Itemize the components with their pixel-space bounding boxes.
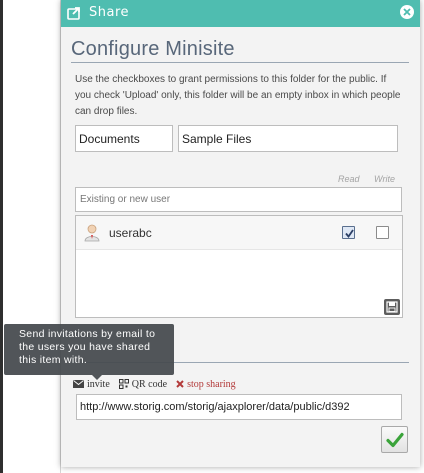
invite-link[interactable]: invite <box>73 379 110 390</box>
read-column-header: Read <box>338 174 360 184</box>
dialog-title: Share <box>89 5 130 20</box>
background-panel <box>0 0 61 473</box>
share-dialog: Share Configure Minisite Use the checkbo… <box>61 0 420 467</box>
qr-code-link[interactable]: QR code <box>118 378 168 390</box>
x-icon <box>176 380 184 388</box>
invite-label: invite <box>87 378 110 390</box>
close-icon[interactable] <box>400 5 414 19</box>
invite-tooltip: Send invitations by email to the users y… <box>4 324 174 375</box>
window-rail <box>0 0 3 473</box>
write-column-header: Write <box>374 174 395 184</box>
share-url-field[interactable]: http://www.storig.com/storig/ajaxplorer/… <box>76 394 402 420</box>
user-row: userabc <box>76 216 402 250</box>
user-search-input[interactable]: Existing or new user <box>75 187 402 212</box>
permission-description: Use the checkboxes to grant permissions … <box>75 74 401 117</box>
folder-name-field[interactable]: Documents <box>75 125 173 152</box>
page-title: Configure Minisite <box>71 38 235 60</box>
user-icon <box>84 224 100 242</box>
minisite-label-field[interactable]: Sample Files <box>178 125 398 152</box>
ok-button[interactable] <box>381 426 408 453</box>
tooltip-arrow <box>92 375 102 380</box>
checkmark-icon <box>386 432 404 448</box>
qr-code-label: QR code <box>131 378 168 390</box>
shared-users-list: userabc <box>75 215 403 318</box>
write-permission-checkbox[interactable] <box>376 226 389 239</box>
dialog-titlebar: Share <box>61 0 420 27</box>
stop-sharing-label: stop sharing <box>187 378 236 390</box>
save-icon[interactable] <box>384 299 400 315</box>
envelope-icon <box>73 380 84 388</box>
read-permission-checkbox[interactable] <box>342 226 355 239</box>
qr-code-icon <box>118 379 129 389</box>
user-name: userabc <box>109 226 152 240</box>
share-icon <box>67 5 83 21</box>
heading-divider <box>71 62 409 63</box>
stop-sharing-link[interactable]: stop sharing <box>176 379 236 390</box>
